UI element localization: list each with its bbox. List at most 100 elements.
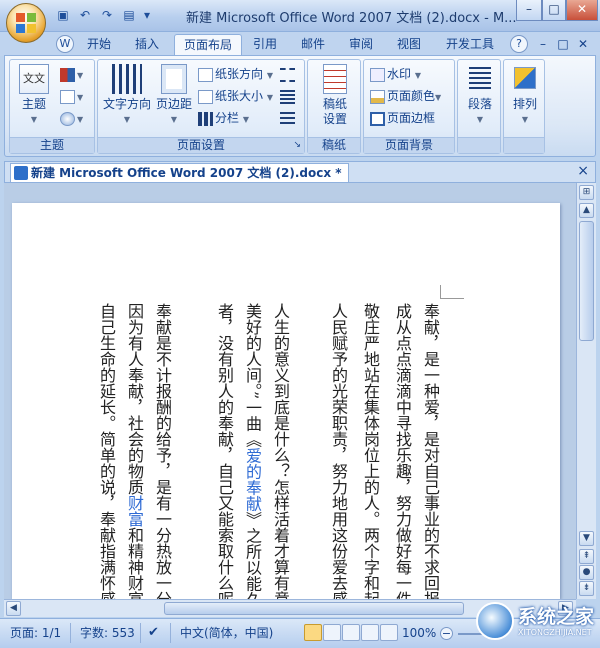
document-text-column[interactable]: 自己生命的延长。简单的说，奉献指满怀感情地 [94, 303, 118, 599]
document-text: 人生的意义到底是什么？怎样活着才算有意义 [271, 303, 290, 599]
page-color-button[interactable]: 页面颜色▼ [370, 86, 441, 106]
ribbon-restore-icon[interactable]: □ [554, 34, 572, 56]
document-text: 人民赋予的光荣职责，努力地用这份爱去感染 [329, 303, 348, 599]
scroll-thumb[interactable] [579, 221, 594, 341]
maximize-button[interactable]: □ [542, 0, 566, 21]
document-text: 美好的人间。”一曲《 [243, 303, 262, 448]
document-hyperlink[interactable]: 爱的奉献 [243, 447, 262, 511]
theme-group: 文文 主题 ▼ ▼ ▼ ▼ 主题 [9, 59, 95, 154]
document-close-icon[interactable]: × [577, 163, 589, 179]
page-color-label: 页面颜色 [387, 89, 436, 103]
page-borders-button[interactable]: 页面边框 [370, 108, 435, 128]
document-page[interactable]: 奉献，是一种爱，是对自己事业的不求回报 成从点点滴滴中寻找乐趣，努力做好每一件事，… [12, 203, 560, 599]
scroll-up-icon[interactable]: ▲ [579, 203, 594, 218]
orientation-label: 纸张方向 [215, 67, 264, 81]
paragraph-group: 段落 ▼ [457, 59, 501, 154]
document-text-column[interactable]: 成从点点滴滴中寻找乐趣，努力做好每一件事，认真 [390, 303, 414, 599]
document-text-column[interactable]: 奉献是不计报酬的给予，是有一分热放一分 [150, 303, 174, 599]
tab-developer[interactable]: 开发工具 [440, 34, 500, 56]
ruler-toggle-icon[interactable]: ⊞ [579, 185, 594, 200]
print-preview-icon[interactable]: ▤ [120, 6, 138, 24]
status-separator [170, 623, 171, 643]
margins-button[interactable]: 页边距 ▼ [154, 64, 194, 127]
save-icon[interactable]: ▣ [54, 6, 72, 24]
web-layout-view-icon[interactable] [342, 624, 360, 641]
page-setup-group-label: 页面设置 ↘ [98, 137, 304, 153]
document-text-column[interactable]: 奉献，是一种爱，是对自己事业的不求回报 [418, 303, 442, 599]
horizontal-scroll-thumb[interactable] [164, 602, 464, 615]
language-indicator[interactable]: 中文(简体，中国) [180, 625, 273, 641]
help-icon[interactable]: ? [510, 35, 528, 53]
theme-fonts-button[interactable]: ▼ [60, 86, 83, 106]
tab-view[interactable]: 视图 [390, 34, 428, 56]
manuscript-settings-button[interactable]: 稿纸 设置 [312, 64, 358, 127]
scroll-left-icon[interactable]: ◀ [6, 601, 21, 616]
page-borders-label: 页面边框 [387, 111, 436, 125]
proofing-icon[interactable]: ✔ [148, 625, 159, 641]
tab-references[interactable]: 引用 [246, 34, 284, 56]
page-size-label: 纸张大小 [215, 89, 264, 103]
tab-review[interactable]: 审阅 [342, 34, 380, 56]
redo-icon[interactable]: ↷ [98, 6, 116, 24]
page-background-group-label: 页面背景 [364, 137, 454, 153]
ribbon: 文文 主题 ▼ ▼ ▼ ▼ 主题 文字方向 ▼ 页边距 ▼ 纸张方向 ▼ 纸张大… [4, 55, 596, 157]
scroll-down-icon[interactable]: ▼ [579, 531, 594, 546]
tab-page-layout[interactable]: 页面布局 [174, 34, 242, 56]
next-page-icon[interactable]: ⇟ [579, 581, 594, 596]
arrange-button[interactable]: 排列 ▼ [505, 64, 545, 127]
columns-button[interactable]: 分栏 ▼ [198, 108, 249, 128]
status-separator [140, 623, 141, 643]
document-text: 奉献是不计报酬的给予，是有一分热放一分 [153, 303, 172, 599]
breaks-button[interactable] [280, 64, 297, 84]
line-numbers-button[interactable] [280, 86, 297, 106]
close-button[interactable]: ✕ [566, 0, 598, 21]
manuscript-label-2: 设置 [322, 112, 347, 126]
tab-insert[interactable]: 插入 [128, 34, 166, 56]
page-size-button[interactable]: 纸张大小 ▼ [198, 86, 273, 106]
document-text-column[interactable]: 者，没有别人的奉献，自己又能索取什么呢？ [212, 303, 236, 599]
print-layout-view-icon[interactable] [304, 624, 322, 641]
previous-page-icon[interactable]: ⇞ [579, 549, 594, 564]
document-text-column[interactable]: 敬庄严地站在集体岗位上的人。两个字和起来，奉 [358, 303, 382, 599]
document-text-column[interactable]: 因为有人奉献，社会的物质财富和精神财富才会不 [122, 303, 146, 599]
ribbon-minimize-icon[interactable]: – [534, 34, 552, 56]
document-hyperlink[interactable]: 财富 [125, 495, 144, 527]
ribbon-tabs: W 开始 插入 页面布局 引用 邮件 审阅 视图 开发工具 ? – □ ✕ [0, 32, 600, 56]
document-text-column[interactable]: 人民赋予的光荣职责，努力地用这份爱去感染 [326, 303, 350, 599]
document-text: 因为有人奉献，社会的物质 [125, 303, 144, 495]
full-screen-reading-view-icon[interactable] [323, 624, 341, 641]
document-tab[interactable]: 新建 Microsoft Office Word 2007 文档 (2).doc… [10, 163, 349, 182]
word-count[interactable]: 字数: 553 [80, 625, 135, 641]
outline-view-icon[interactable] [361, 624, 379, 641]
watermark-button[interactable]: 水印 ▼ [370, 64, 421, 84]
page-count[interactable]: 页面: 1/1 [10, 625, 61, 641]
undo-icon[interactable]: ↶ [76, 6, 94, 24]
text-direction-button[interactable]: 文字方向 ▼ [102, 64, 152, 127]
orientation-button[interactable]: 纸张方向 ▼ [198, 64, 273, 84]
paragraph-label: 段落 [467, 97, 492, 111]
dialog-launcher-icon[interactable]: ↘ [293, 138, 301, 153]
hyphenation-button[interactable] [280, 108, 297, 128]
zoom-level[interactable]: 100% [402, 625, 436, 641]
draft-view-icon[interactable] [380, 624, 398, 641]
tab-mailings[interactable]: 邮件 [294, 34, 332, 56]
paragraph-button[interactable]: 段落 ▼ [460, 64, 500, 127]
text-direction-label: 文字方向 [102, 97, 151, 111]
zoom-out-icon[interactable]: − [440, 627, 453, 640]
arrange-group: 排列 ▼ [503, 59, 545, 154]
document-text-column[interactable]: 美好的人间。”一曲《爱的奉献》之所以能久唱不衰 [240, 303, 264, 599]
vertical-scrollbar[interactable]: ⊞ ▲ ▼ ⇞ ● ⇟ [576, 183, 596, 599]
theme-effects-button[interactable]: ▼ [60, 108, 83, 128]
page-setup-group: 文字方向 ▼ 页边距 ▼ 纸张方向 ▼ 纸张大小 ▼ 分栏 ▼ 页面设置 ↘ [97, 59, 305, 154]
tab-home[interactable]: 开始 [80, 34, 118, 56]
theme-button[interactable]: 文文 主题 ▼ [16, 64, 52, 127]
browse-object-icon[interactable]: ● [579, 565, 594, 580]
minimize-button[interactable]: – [516, 0, 542, 21]
page-borders-icon [370, 111, 385, 126]
ribbon-close-icon[interactable]: ✕ [574, 34, 592, 56]
theme-colors-button[interactable]: ▼ [60, 64, 83, 84]
qat-customize-icon[interactable]: ▾ [142, 6, 152, 24]
document-workspace: 奉献，是一种爱，是对自己事业的不求回报 成从点点滴滴中寻找乐趣，努力做好每一件事，… [4, 183, 576, 599]
office-button[interactable] [6, 3, 46, 43]
document-text-column[interactable]: 人生的意义到底是什么？怎样活着才算有意义 [268, 303, 292, 599]
